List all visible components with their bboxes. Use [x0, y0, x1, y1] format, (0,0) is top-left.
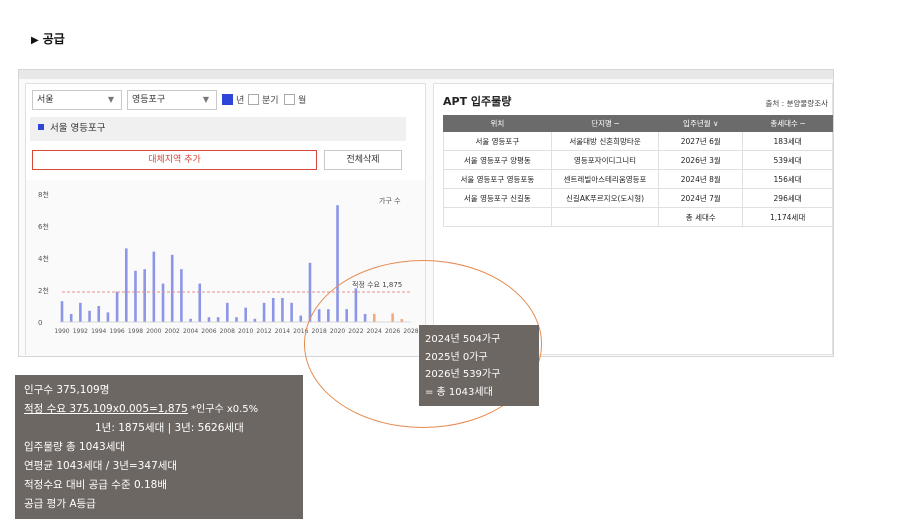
demand-text: 적정 수요 375,109x0.005=1,875 *인구수 x0.5% [24, 403, 259, 415]
x-tick-label: 2004 [183, 328, 198, 335]
bar [271, 298, 275, 322]
x-tick-label: 2008 [220, 328, 235, 335]
x-tick-label: 2006 [201, 328, 216, 335]
col-complex[interactable]: 단지명 ─ [550, 115, 660, 132]
demand-yearly-text: 1년: 1875세대 | 3년: 5626세대 [95, 422, 244, 434]
checkbox-quarter[interactable]: 분기 [248, 93, 279, 106]
supply-analysis-box: 인구수 375,109명 적정 수요 375,109x0.005=1,875 *… [15, 375, 303, 519]
legend-label: 가구 수 [379, 196, 401, 205]
x-tick-label: 2012 [256, 328, 271, 335]
bar [216, 317, 220, 322]
bar [88, 310, 91, 322]
x-tick-label: 2014 [275, 328, 290, 335]
bar [226, 302, 229, 322]
bar [189, 318, 192, 322]
bar [281, 298, 284, 322]
checkbox-icon [248, 94, 259, 105]
bar [143, 269, 146, 322]
city-select[interactable]: 서울 ▼ [32, 90, 122, 110]
col-location[interactable]: 위치 [443, 115, 552, 132]
table-total-row: 총 세대수 1,174세대 [443, 207, 833, 227]
bar [180, 269, 183, 322]
table-row: 서울 영등포구 서울대방 신혼희망타운 2027년 6월 183세대 [443, 131, 833, 151]
col-units[interactable]: 총세대수 ─ [742, 115, 833, 132]
bar [262, 302, 266, 322]
table-row: 서울 영등포구 영등포동 센트레빌아스테리움영등포 2024년 8월 156세대 [443, 169, 833, 189]
district-select[interactable]: 영등포구 ▼ [127, 90, 217, 110]
bar [299, 315, 303, 322]
bar [207, 317, 211, 322]
bar [124, 248, 128, 322]
series-color-icon [38, 124, 44, 130]
y-tick-label: 8천 [38, 190, 49, 199]
table-row: 서울 영등포구 양평동 영등포자이디그니티 2026년 3월 539세대 [443, 150, 833, 170]
bar [235, 317, 238, 322]
section-title: ▶ 공급 [31, 32, 65, 46]
x-tick-label: 1992 [73, 328, 88, 335]
table-row: 서울 영등포구 신길동 신길AK푸르지오(도시형) 2024년 7월 296세대 [443, 188, 833, 208]
x-tick-label: 1994 [91, 328, 106, 335]
bar [198, 283, 202, 322]
bar [290, 302, 293, 322]
col-move-in[interactable]: 입주년월 ∨ [658, 115, 744, 132]
population-text: 인구수 375,109명 [24, 384, 110, 396]
checkbox-icon [284, 94, 295, 105]
bar [134, 270, 137, 322]
bar [97, 306, 101, 322]
x-tick-label: 1996 [109, 328, 124, 335]
x-tick-label: 2010 [238, 328, 253, 335]
bar [152, 251, 156, 322]
y-tick-label: 4천 [38, 254, 49, 263]
bar [170, 254, 174, 322]
supply-total-text: 입주물량 총 1043세대 [24, 441, 126, 453]
bar [244, 307, 247, 322]
checkbox-year[interactable]: 년 [222, 93, 244, 106]
table-header-row: 위치 단지명 ─ 입주년월 ∨ 총세대수 ─ [443, 115, 833, 132]
bar [106, 312, 110, 322]
forecast-summary-box: 2024년 504가구 2025년 0가구 2026년 539가구 = 총 10… [419, 325, 539, 406]
x-tick-label: 2002 [165, 328, 180, 335]
bar [161, 283, 165, 322]
panel-top-bar [19, 70, 833, 79]
chevron-down-icon: ▼ [202, 95, 209, 104]
bar [69, 314, 73, 322]
checkbox-checked-icon [222, 94, 233, 105]
selected-region: 서울 영등포구 [30, 117, 406, 141]
checkbox-month[interactable]: 월 [284, 93, 306, 106]
grade-text: 공급 평가 A등급 [24, 498, 96, 510]
y-tick-label: 2천 [38, 286, 49, 295]
annual-avg-text: 연평균 1043세대 / 3년=347세대 [24, 460, 178, 472]
x-tick-label: 1990 [54, 328, 69, 335]
add-compare-region-button[interactable]: 대체지역 추가 [32, 150, 317, 170]
delete-all-button[interactable]: 전체삭제 [324, 150, 402, 170]
x-tick-label: 2000 [146, 328, 161, 335]
ratio-text: 적정수요 대비 공급 수준 0.18배 [24, 479, 167, 491]
apt-source: 출처 : 분양물량조사 [765, 99, 829, 108]
bar [253, 318, 257, 322]
y-tick-label: 6천 [38, 222, 49, 231]
y-tick-label: 0 [38, 319, 42, 327]
triangle-icon: ▶ [31, 35, 39, 46]
apt-title: APT 입주물량 [443, 95, 512, 108]
bar [60, 301, 64, 322]
apt-table: 위치 단지명 ─ 입주년월 ∨ 총세대수 ─ 서울 영등포구 서울대방 신혼희망타… [443, 115, 833, 227]
bar [79, 302, 82, 322]
chevron-down-icon: ▼ [107, 95, 114, 104]
x-tick-label: 1998 [128, 328, 143, 335]
bar [115, 291, 119, 322]
